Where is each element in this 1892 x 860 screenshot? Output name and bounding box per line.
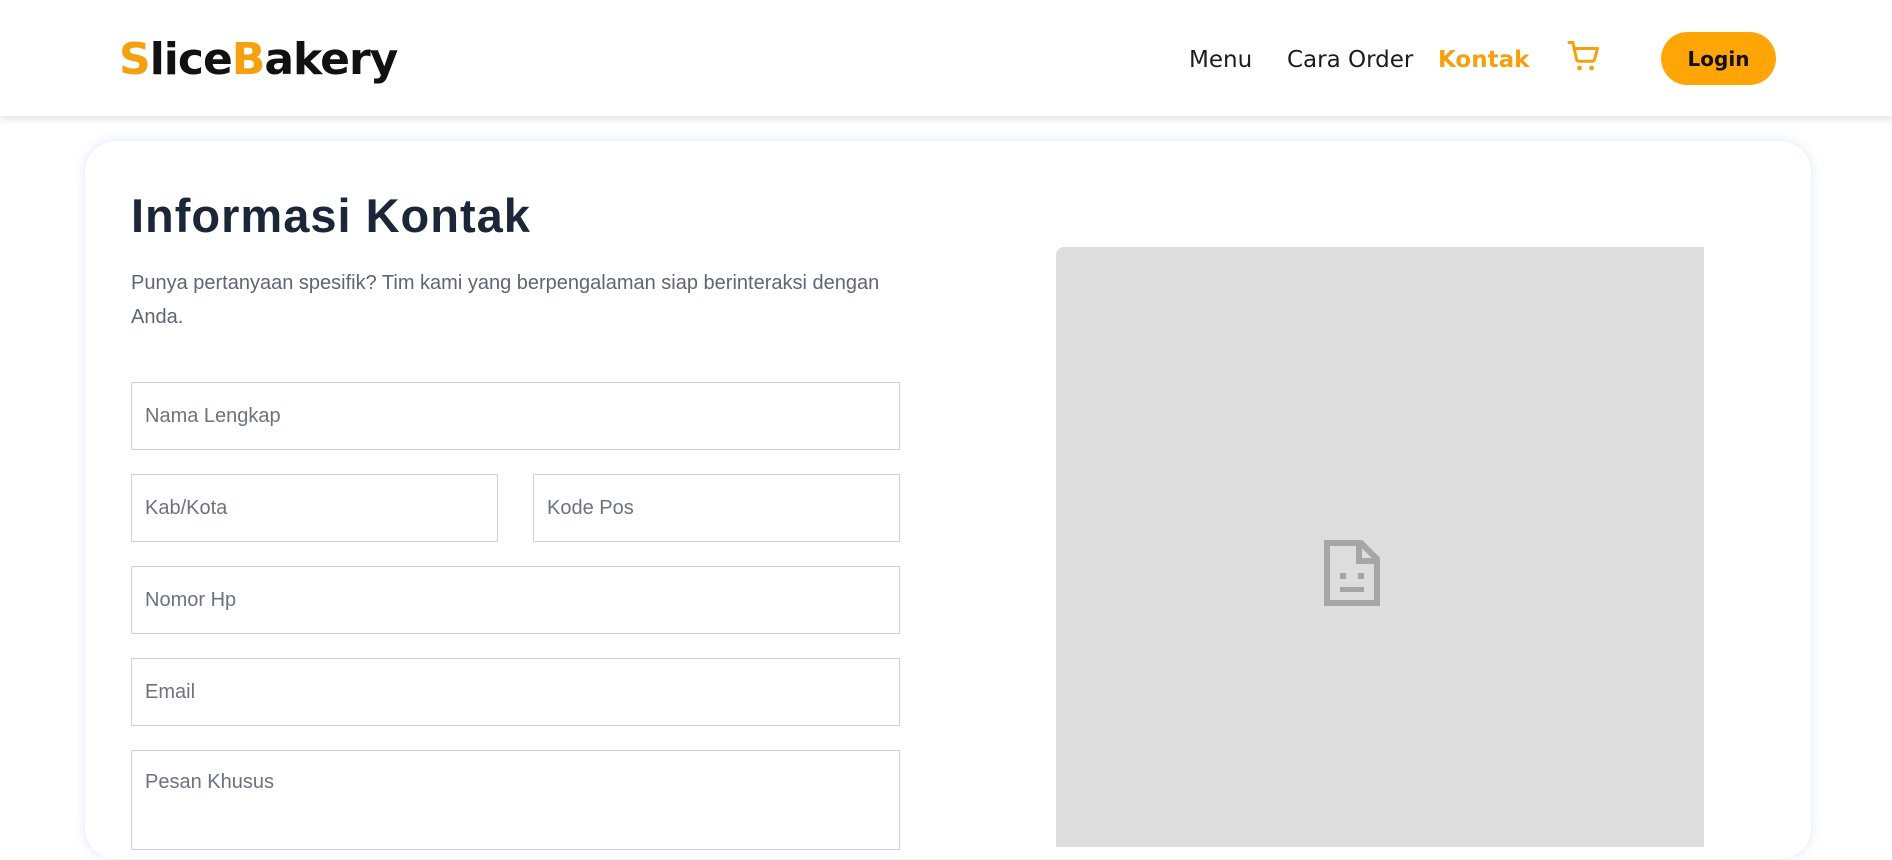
- contact-description: Punya pertanyaan spesifik? Tim kami yang…: [131, 272, 880, 328]
- kode-pos-input[interactable]: [533, 474, 900, 542]
- nomor-hp-input[interactable]: [131, 566, 900, 634]
- site-header: SliceBakery Menu Cara Order Kontak Login: [0, 0, 1892, 116]
- nav-cara-order-link[interactable]: Cara Order: [1287, 44, 1413, 76]
- page-title: Informasi Kontak: [131, 189, 531, 242]
- logo-text-lice: lice: [149, 34, 233, 85]
- logo-letter-s: S: [119, 34, 151, 85]
- broken-document-icon: [1323, 539, 1381, 607]
- cart-icon[interactable]: [1566, 38, 1602, 74]
- logo[interactable]: SliceBakery: [119, 32, 398, 88]
- logo-letter-b: B: [231, 34, 266, 85]
- email-input[interactable]: [131, 658, 900, 726]
- login-button[interactable]: Login: [1661, 32, 1776, 85]
- nav-menu-link[interactable]: Menu: [1189, 44, 1252, 76]
- nama-lengkap-input[interactable]: [131, 382, 900, 450]
- logo-text-akery: akery: [264, 34, 398, 85]
- kab-kota-input[interactable]: [131, 474, 498, 542]
- nav-kontak-link[interactable]: Kontak: [1438, 44, 1529, 76]
- pesan-khusus-textarea[interactable]: [131, 750, 900, 850]
